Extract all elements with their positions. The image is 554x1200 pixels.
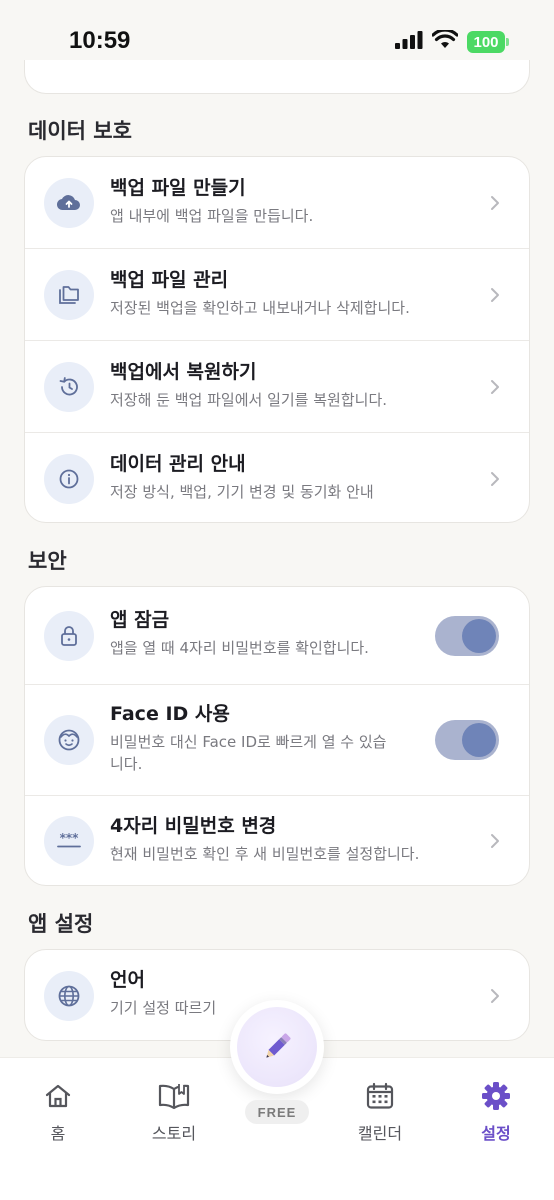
toggle-knob <box>462 723 496 757</box>
row-manage-backups[interactable]: 백업 파일 관리 저장된 백업을 확인하고 내보내거나 삭제합니다. <box>25 249 529 341</box>
folders-icon <box>44 269 94 320</box>
cloud-upload-icon <box>44 177 94 228</box>
tab-label: 설정 <box>481 1124 511 1143</box>
section-title-data-protection: 데이터 보호 <box>28 119 132 143</box>
calendar-icon <box>365 1080 395 1112</box>
face-id-toggle[interactable] <box>435 720 499 760</box>
status-time: 10:59 <box>69 27 131 54</box>
chevron-right-icon <box>491 195 499 210</box>
tab-label: 홈 <box>50 1124 66 1143</box>
previous-card-bottom <box>24 60 530 94</box>
chevron-right-icon <box>491 471 499 486</box>
svg-text:***: *** <box>60 831 80 845</box>
pencil-icon <box>266 1033 291 1058</box>
free-badge: FREE <box>245 1100 309 1124</box>
status-icons: 100 <box>395 28 509 54</box>
write-diary-button[interactable] <box>230 1000 324 1094</box>
row-title: 백업에서 복원하기 <box>110 361 257 383</box>
book-icon <box>157 1080 191 1112</box>
section-title-security: 보안 <box>28 549 67 573</box>
row-subtitle: 저장해 둔 백업 파일에서 일기를 복원합니다. <box>110 391 388 409</box>
row-title: 백업 파일 관리 <box>110 269 229 291</box>
password-icon: *** <box>44 816 94 866</box>
gear-icon <box>480 1080 512 1112</box>
tab-settings[interactable]: 설정 <box>456 1080 536 1144</box>
data-protection-card: 백업 파일 만들기 앱 내부에 백업 파일을 만듭니다. 백업 파일 관리 저장… <box>24 156 530 523</box>
app-lock-toggle[interactable] <box>435 615 499 656</box>
tab-label: 스토리 <box>151 1124 197 1143</box>
info-icon <box>44 453 94 504</box>
face-icon <box>44 715 94 765</box>
tab-label: 캘린더 <box>357 1124 403 1143</box>
chevron-right-icon <box>491 989 499 1003</box>
row-subtitle: 저장된 백업을 확인하고 내보내거나 삭제합니다. <box>110 299 410 317</box>
section-title-app-settings: 앱 설정 <box>28 912 94 936</box>
wifi-icon <box>431 28 459 54</box>
toggle-knob <box>462 618 496 653</box>
row-app-lock: 앱 잠금 앱을 열 때 4자리 비밀번호를 확인합니다. <box>25 587 529 685</box>
chevron-right-icon <box>491 287 499 302</box>
row-title: Face ID 사용 <box>110 703 230 725</box>
security-card: 앱 잠금 앱을 열 때 4자리 비밀번호를 확인합니다. Face ID 사용 … <box>24 586 530 886</box>
row-title: 백업 파일 만들기 <box>110 177 246 199</box>
row-subtitle: 앱 내부에 백업 파일을 만듭니다. <box>110 207 314 225</box>
row-subtitle: 저장 방식, 백업, 기기 변경 및 동기화 안내 <box>110 483 374 501</box>
signal-icon <box>395 31 423 53</box>
home-icon <box>43 1080 73 1112</box>
row-subtitle: 비밀번호 대신 Face ID로 빠르게 열 수 있습니다. <box>110 733 387 773</box>
tab-calendar[interactable]: 캘린더 <box>340 1080 420 1144</box>
tab-home[interactable]: 홈 <box>18 1080 98 1144</box>
row-title: 언어 <box>110 969 145 991</box>
lock-icon <box>44 610 94 661</box>
row-create-backup[interactable]: 백업 파일 만들기 앱 내부에 백업 파일을 만듭니다. <box>25 157 529 249</box>
globe-icon <box>44 971 94 1021</box>
row-title: 앱 잠금 <box>110 609 170 631</box>
battery-level: 100 <box>467 31 505 53</box>
row-subtitle: 앱을 열 때 4자리 비밀번호를 확인합니다. <box>110 639 369 657</box>
fab-inner <box>237 1007 317 1087</box>
battery-tip <box>506 38 509 46</box>
chevron-right-icon <box>491 379 499 394</box>
battery-indicator: 100 <box>467 31 509 53</box>
row-change-password[interactable]: *** 4자리 비밀번호 변경 현재 비밀번호 확인 후 새 비밀번호를 설정합… <box>25 796 529 885</box>
row-title: 4자리 비밀번호 변경 <box>110 815 277 837</box>
history-icon <box>44 361 94 412</box>
chevron-right-icon <box>491 834 499 848</box>
row-subtitle: 현재 비밀번호 확인 후 새 비밀번호를 설정합니다. <box>110 845 420 863</box>
row-face-id: Face ID 사용 비밀번호 대신 Face ID로 빠르게 열 수 있습니다… <box>25 685 529 796</box>
row-title: 데이터 관리 안내 <box>110 453 246 475</box>
tab-story[interactable]: 스토리 <box>134 1080 214 1144</box>
row-restore-backup[interactable]: 백업에서 복원하기 저장해 둔 백업 파일에서 일기를 복원합니다. <box>25 341 529 433</box>
row-data-guide[interactable]: 데이터 관리 안내 저장 방식, 백업, 기기 변경 및 동기화 안내 <box>25 433 529 522</box>
